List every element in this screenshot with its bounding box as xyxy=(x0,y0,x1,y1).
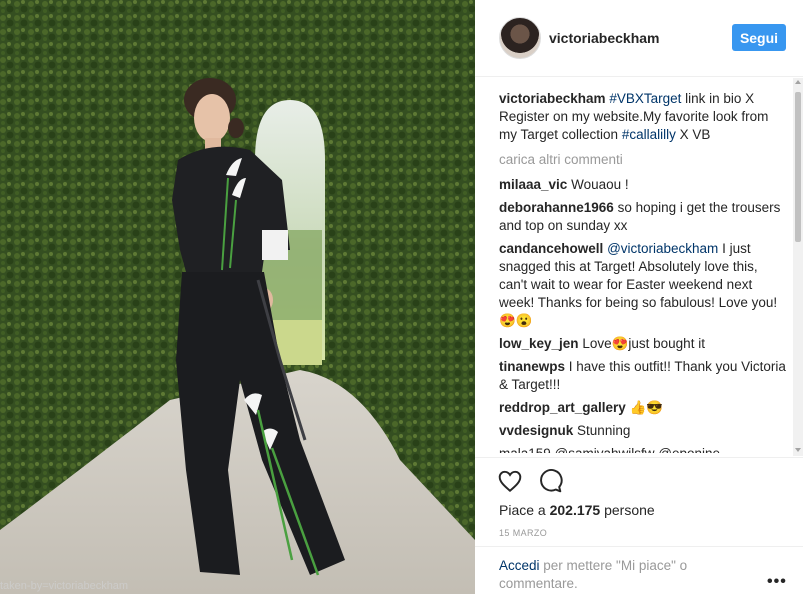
list-item: candancehowell @victoriabeckham I just s… xyxy=(499,240,789,330)
scroll-up-arrow-icon[interactable] xyxy=(795,80,801,84)
comment-username[interactable]: candancehowell xyxy=(499,241,603,256)
post-side-panel: victoriabeckham Segui victoriabeckham #V… xyxy=(475,0,803,594)
post-actions: Piace a 202.175 persone 15 MARZO Accedi … xyxy=(475,457,803,595)
post-author-username[interactable]: victoriabeckham xyxy=(549,30,660,46)
comment-text: Wouaou ! xyxy=(571,177,629,192)
likes-prefix: Piace a xyxy=(499,502,550,518)
load-more-comments-link[interactable]: carica altri commenti xyxy=(499,151,789,169)
truncated-comment: mala159 @samiyahwilsfw @eponine xyxy=(499,445,789,453)
comment-text: Stunning xyxy=(577,423,631,438)
photo-source-caption: taken-by=victoriabeckham xyxy=(0,580,129,592)
speech-bubble-icon[interactable] xyxy=(537,468,563,494)
hashtag-link[interactable]: #VBXTarget xyxy=(609,91,681,106)
more-options-icon[interactable]: ••• xyxy=(767,573,787,591)
login-prompt: Accedi per mettere "Mi piace" o commenta… xyxy=(475,546,803,596)
likes-number: 202.175 xyxy=(549,502,601,518)
follow-button[interactable]: Segui xyxy=(732,24,786,51)
likes-suffix: persone xyxy=(600,502,655,518)
comments-list[interactable]: victoriabeckham #VBXTarget link in bio X… xyxy=(499,90,789,456)
post-photo[interactable]: taken-by=victoriabeckham xyxy=(0,0,475,594)
heart-icon[interactable] xyxy=(497,468,523,494)
comment-username[interactable]: reddrop_art_gallery xyxy=(499,400,626,415)
comments-scrollbar[interactable] xyxy=(793,78,803,456)
list-item: vvdesignuk Stunning xyxy=(499,422,789,440)
post-caption: victoriabeckham #VBXTarget link in bio X… xyxy=(499,90,789,144)
comment-username[interactable]: milaaa_vic xyxy=(499,177,567,192)
list-item: milaaa_vic Wouaou ! xyxy=(499,176,789,194)
comment-text: 👍😎 xyxy=(629,400,664,415)
hashtag-link[interactable]: #callalilly xyxy=(622,127,676,142)
photo-illustration xyxy=(0,0,475,594)
login-link[interactable]: Accedi xyxy=(499,558,540,573)
post-date[interactable]: 15 MARZO xyxy=(499,528,547,538)
list-item: low_key_jen Love😍just bought it xyxy=(499,335,789,353)
list-item: tinanewps I have this outfit!! Thank you… xyxy=(499,358,789,394)
login-prompt-text: Accedi per mettere "Mi piace" o commenta… xyxy=(499,557,749,593)
comment-text: Love😍just bought it xyxy=(582,336,705,351)
likes-count[interactable]: Piace a 202.175 persone xyxy=(499,502,655,518)
list-item: deborahanne1966 so hoping i get the trou… xyxy=(499,199,789,235)
comment-username[interactable]: deborahanne1966 xyxy=(499,200,614,215)
comment-username[interactable]: low_key_jen xyxy=(499,336,579,351)
avatar[interactable] xyxy=(499,17,541,59)
list-item: reddrop_art_gallery 👍😎 xyxy=(499,399,789,417)
caption-username[interactable]: victoriabeckham xyxy=(499,91,606,106)
mention-link[interactable]: @victoriabeckham xyxy=(607,241,718,256)
scrollbar-thumb[interactable] xyxy=(795,92,801,242)
caption-text: X VB xyxy=(675,127,711,142)
scroll-down-arrow-icon[interactable] xyxy=(795,448,801,452)
comment-username[interactable]: vvdesignuk xyxy=(499,423,573,438)
comment-username[interactable]: tinanewps xyxy=(499,359,565,374)
post-header: victoriabeckham Segui xyxy=(475,0,803,77)
